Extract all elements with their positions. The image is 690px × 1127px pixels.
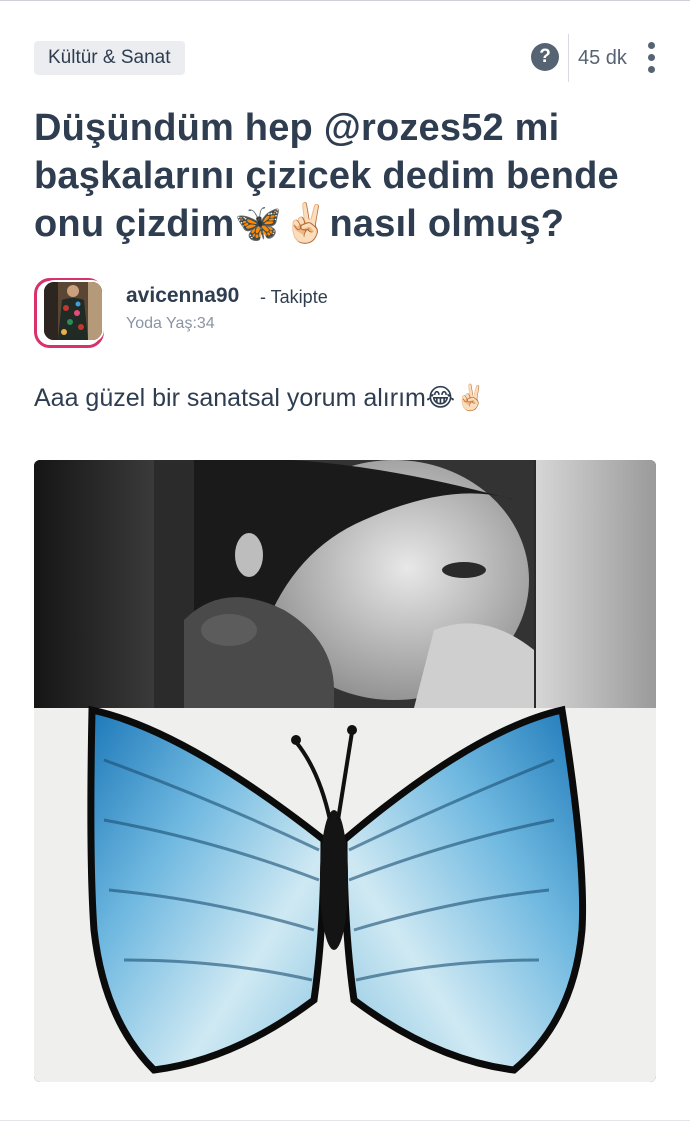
avatar-photo	[42, 280, 104, 342]
author-meta: Yoda Yaş:34	[126, 315, 215, 332]
more-vertical-icon[interactable]	[642, 42, 662, 74]
post-title: Düşündüm hep @rozes52 mi başkalarını çiz…	[34, 107, 619, 245]
post-image[interactable]	[34, 460, 656, 1082]
question-circle-icon[interactable]: ?	[531, 43, 559, 71]
author-username[interactable]: avicenna90	[126, 284, 239, 308]
header-divider	[568, 34, 569, 82]
post-time: 45 dk	[578, 47, 627, 69]
follow-status[interactable]: - Takipte	[260, 287, 328, 308]
post-body: Aaa güzel bir sanatsal yorum alırım😂✌🏻	[34, 384, 487, 412]
post-image-graphic	[34, 460, 656, 1082]
top-border	[0, 0, 690, 1]
avatar[interactable]	[34, 278, 106, 350]
category-tag[interactable]: Kültür & Sanat	[34, 41, 185, 75]
